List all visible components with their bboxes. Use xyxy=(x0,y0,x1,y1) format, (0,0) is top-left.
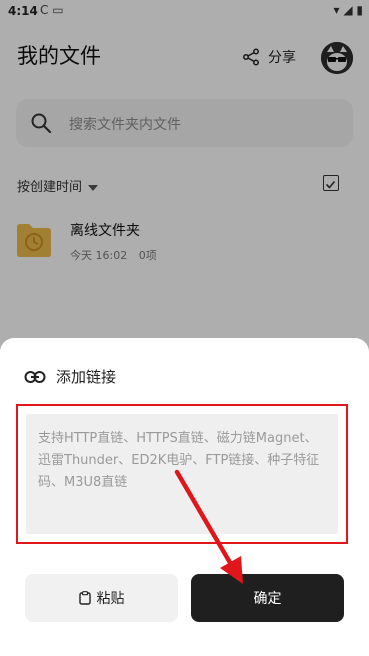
link-input-container xyxy=(26,414,338,534)
paste-label: 粘贴 xyxy=(96,591,125,607)
link-input-highlight xyxy=(16,404,348,544)
confirm-label: 确定 xyxy=(253,591,282,607)
sheet-header: 添加链接 xyxy=(24,366,116,387)
sheet-title: 添加链接 xyxy=(56,368,117,386)
clipboard-icon xyxy=(78,591,91,605)
add-link-sheet: 添加链接 粘贴 确定 xyxy=(0,338,369,656)
link-icon xyxy=(24,370,46,383)
confirm-button[interactable]: 确定 xyxy=(191,574,344,622)
paste-button[interactable]: 粘贴 xyxy=(25,574,178,622)
link-input[interactable] xyxy=(38,428,326,520)
